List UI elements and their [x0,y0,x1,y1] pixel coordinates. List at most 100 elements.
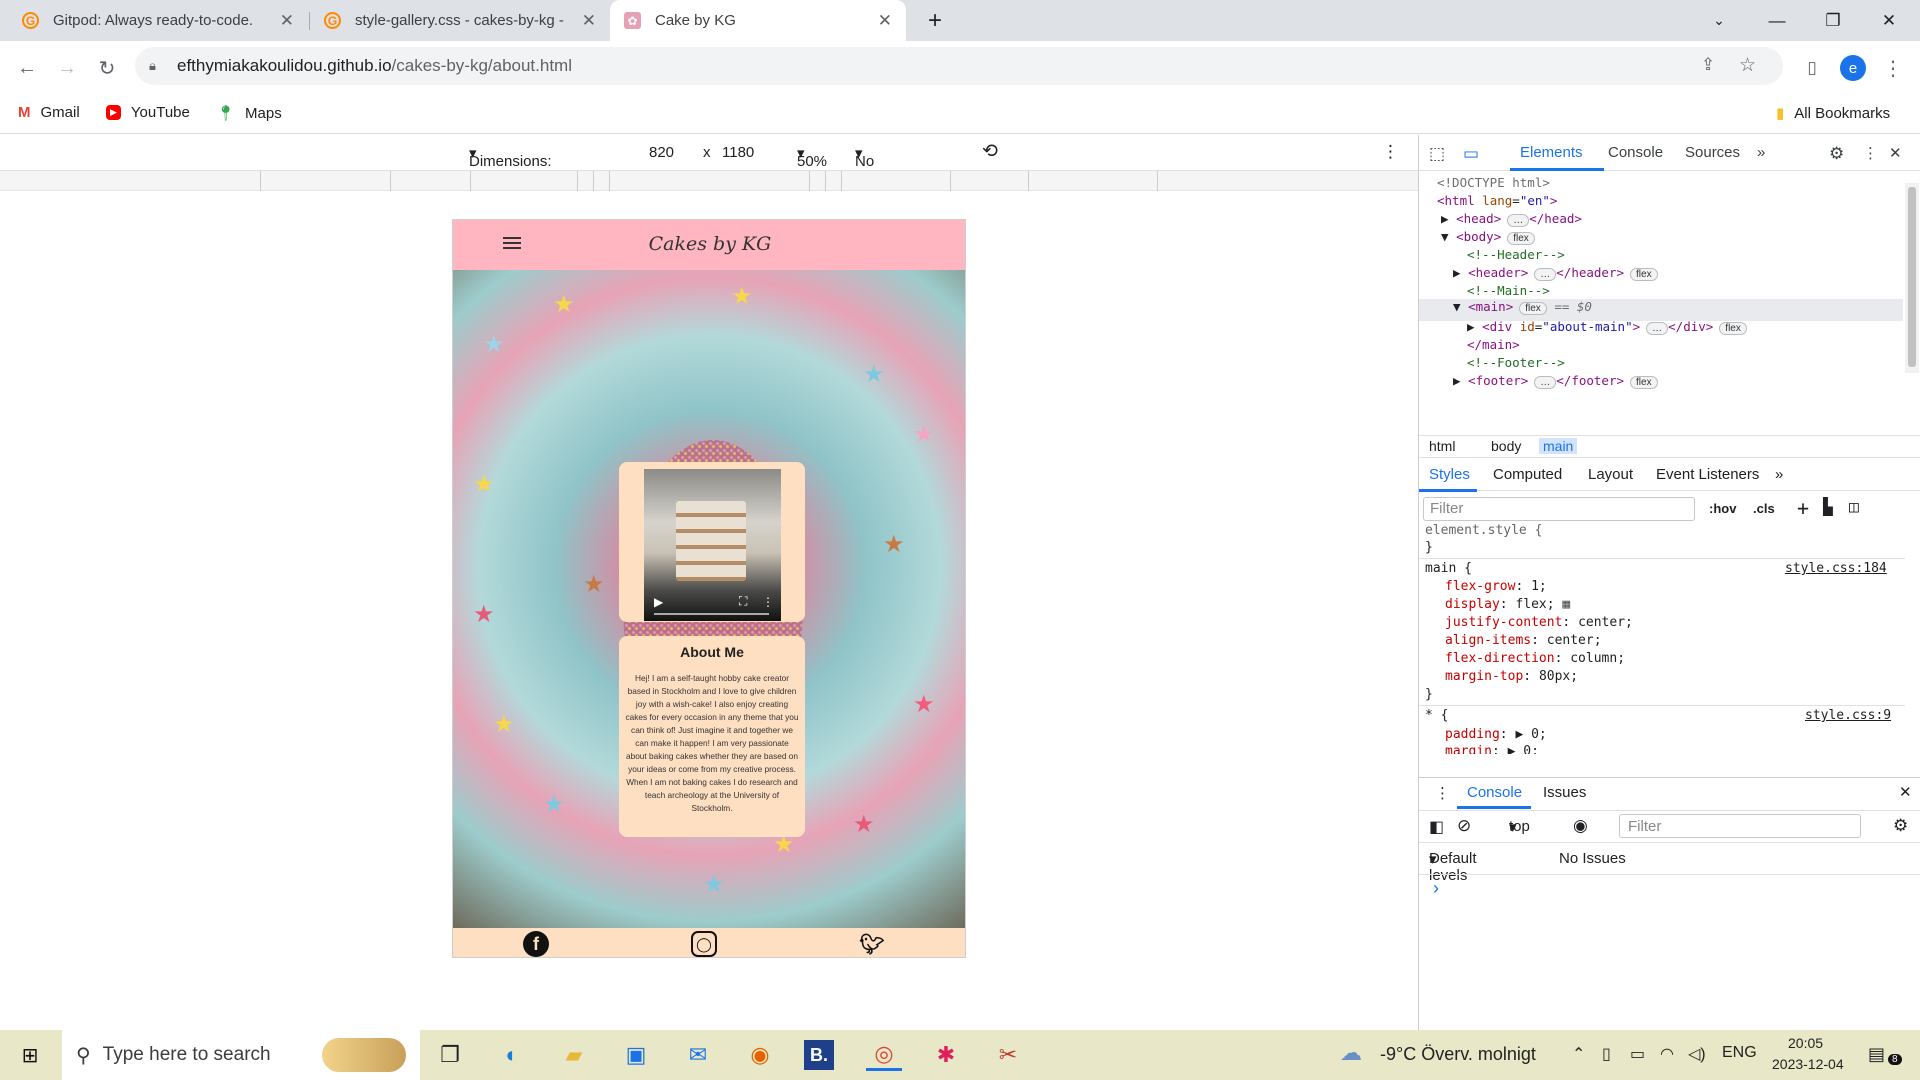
inspect-element-icon[interactable]: ⬚ [1429,144,1445,164]
css-prop-align-items[interactable]: align-items: center; [1445,633,1602,648]
settings-gear-icon[interactable]: ⚙ [1829,144,1844,164]
bookmark-gmail[interactable]: M Gmail [18,104,80,121]
cake-video[interactable]: ▶ ⛶ ⋮ [644,469,781,621]
live-expression-eye-icon[interactable]: ◉ [1573,816,1588,836]
console-prompt[interactable]: › [1433,878,1439,899]
bookmark-youtube[interactable]: ▶ YouTube [106,104,190,121]
css-prop-flex-direction[interactable]: flex-direction: column; [1445,651,1625,666]
notification-icon[interactable]: ▤ [1868,1044,1885,1065]
star-rule-selector[interactable]: * { [1425,708,1448,723]
console-filter-input[interactable]: Filter [1619,814,1861,838]
tab-sources[interactable]: Sources [1685,144,1740,161]
close-tab-icon[interactable]: ✕ [878,11,892,31]
cls-toggle[interactable]: .cls [1753,501,1775,516]
styles-filter-input[interactable]: Filter [1423,497,1695,521]
bookmark-maps[interactable]: 📍︎ Maps [216,104,282,123]
height-input[interactable]: 1180 [722,144,754,161]
tab-computed[interactable]: Computed [1493,466,1562,483]
snipping-tool-icon[interactable]: ✂ [990,1039,1026,1071]
tab-elements[interactable]: Elements [1520,144,1583,161]
main-rule-source-link[interactable]: style.css:184 [1785,561,1887,576]
bbedit-icon[interactable]: B. [804,1040,834,1070]
facebook-icon[interactable]: f [523,931,549,957]
video-menu-icon[interactable]: ⋮ [762,595,774,609]
rotate-icon[interactable]: ⟲ [982,140,998,163]
main-rule-selector[interactable]: main { [1425,561,1472,576]
edge-icon[interactable]: ◐ [494,1039,530,1071]
language-indicator[interactable]: ENG [1722,1044,1757,1062]
mail-icon[interactable]: ✉ [680,1039,716,1071]
context-select[interactable]: top ▾ [1509,818,1530,836]
windows-start-icon[interactable]: ⊞ [12,1039,48,1071]
throttling-select[interactable]: No throttling ▾ [855,144,913,187]
chrome-menu-icon[interactable]: ⋮ [1876,51,1910,85]
more-tabs-icon[interactable]: » [1757,144,1765,161]
css-prop-justify-content[interactable]: justify-content: center; [1445,615,1633,630]
close-window-button[interactable]: ✕ [1866,0,1912,41]
add-rule-icon[interactable]: + [1797,496,1809,520]
fullscreen-icon[interactable]: ⛶ [739,594,747,609]
breadcrumb-main[interactable]: main [1539,438,1578,454]
task-view-icon[interactable]: ❐ [432,1039,468,1071]
console-settings-icon[interactable]: ⚙ [1893,816,1908,836]
forward-button[interactable]: → [50,51,84,85]
play-icon[interactable]: ▶ [654,595,663,609]
weather-text[interactable]: -9°C Överv. molnigt [1380,1044,1536,1065]
close-tab-icon[interactable]: ✕ [280,11,294,31]
tab-event-listeners[interactable]: Event Listeners [1656,466,1759,483]
taskbar-search[interactable]: ⚲ Type here to search [62,1030,420,1080]
dom-main-selected[interactable]: ▼ <main> flex == $0 [1419,299,1903,321]
clear-console-icon[interactable]: ⊘ [1457,816,1471,836]
css-prop-display[interactable]: display: flex; ▦ [1445,597,1570,612]
maximize-button[interactable]: ❐ [1810,0,1856,41]
flex-editor-icon[interactable]: ▦ [1562,597,1570,612]
reload-button[interactable]: ↻ [90,51,124,85]
devtools-menu-icon[interactable]: ⋮ [1863,144,1878,162]
dimensions-select[interactable]: Dimensions: iPad Air ▾ [469,144,552,187]
tray-app-icon[interactable]: ▯ [1602,1044,1611,1064]
weather-icon[interactable]: ☁ [1340,1040,1362,1066]
tab-styles[interactable]: Styles [1429,466,1470,483]
profile-avatar[interactable]: e [1836,51,1870,85]
paint-icon[interactable]: ▙ [1823,497,1833,516]
element-style-selector[interactable]: element.style { [1425,523,1542,538]
media-query-ruler[interactable] [0,171,1418,191]
hov-toggle[interactable]: :hov [1709,501,1736,516]
css-prop-padding[interactable]: padding: ▶ 0; [1445,727,1547,742]
zoom-select[interactable]: 50% ▾ [797,144,827,170]
volume-icon[interactable]: ◁) [1688,1044,1706,1064]
store-icon[interactable]: ▣ [618,1039,654,1071]
more-style-tabs-icon[interactable]: » [1775,466,1783,483]
default-levels-select[interactable]: Default levels ▾ [1429,850,1477,884]
wifi-icon[interactable]: ◠ [1660,1044,1674,1064]
clock-date[interactable]: 2023-12-04 [1772,1056,1844,1072]
css-prop-flex-grow[interactable]: flex-grow: 1; [1445,579,1547,594]
side-panel-icon[interactable]: ▯ [1795,51,1829,85]
site-title[interactable]: Cakes by KG [453,233,965,255]
tab-style-gallery[interactable]: G style-gallery.css - cakes-by-kg - ✕ [310,0,610,41]
file-explorer-icon[interactable]: ▰ [556,1039,592,1071]
bookmark-star-icon[interactable]: ☆ [1739,54,1756,77]
all-bookmarks[interactable]: ▮ All Bookmarks [1776,104,1890,123]
tab-layout[interactable]: Layout [1588,466,1633,483]
sidebar-toggle-icon[interactable]: ◫ [1849,497,1859,516]
minimize-button[interactable]: — [1754,0,1800,41]
drawer-tab-issues[interactable]: Issues [1543,784,1586,801]
battery-icon[interactable]: ▭ [1630,1044,1645,1064]
width-input[interactable]: 820 [649,144,674,161]
breadcrumb-body[interactable]: body [1491,438,1521,454]
css-prop-margin[interactable]: margin: ▶ 0; [1445,744,1539,754]
back-button[interactable]: ← [10,51,44,85]
drawer-tab-console[interactable]: Console [1467,784,1522,801]
drawer-menu-icon[interactable]: ⋮ [1435,784,1450,802]
close-devtools-icon[interactable]: ✕ [1889,144,1902,162]
device-menu-icon[interactable]: ⋮ [1382,142,1399,162]
share-icon[interactable]: ⇪ [1701,55,1715,75]
tab-console[interactable]: Console [1608,144,1663,161]
device-toggle-icon[interactable]: ▭ [1463,144,1479,164]
twitter-icon[interactable]: 🐦︎ [859,931,885,957]
clock-time[interactable]: 20:05 [1788,1035,1823,1051]
close-tab-icon[interactable]: ✕ [582,11,596,31]
dom-footer[interactable]: ▶ <footer>… </footer> flex [1453,373,1920,395]
close-drawer-icon[interactable]: ✕ [1899,783,1912,801]
